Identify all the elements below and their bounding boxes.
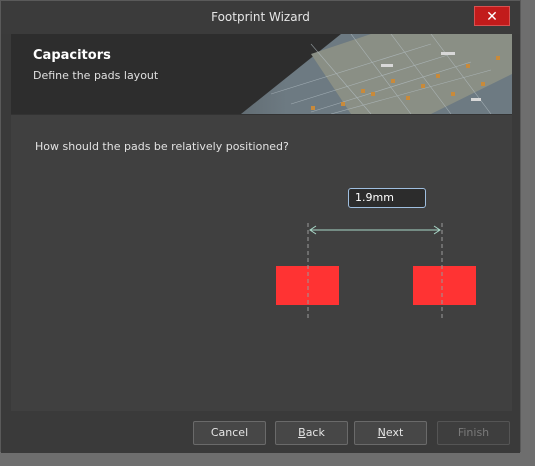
button-bar: Cancel Back Next Finish (1, 411, 520, 453)
wizard-content: How should the pads be relatively positi… (11, 114, 512, 412)
cancel-button[interactable]: Cancel (193, 421, 266, 445)
window-title: Footprint Wizard (211, 10, 310, 24)
next-button[interactable]: Next (354, 421, 427, 445)
dimension-arrow (309, 225, 441, 235)
page-heading: Capacitors (33, 48, 111, 63)
pad-spacing-input[interactable]: 1.9mm (348, 188, 426, 208)
next-accelerator: N (377, 426, 386, 439)
back-label: ack (305, 426, 325, 439)
pad-layout-drawing (276, 223, 476, 320)
title-bar: Footprint Wizard ✕ (1, 1, 520, 34)
footprint-wizard-window: Footprint Wizard ✕ Capacitors Define the… (0, 0, 521, 453)
back-button[interactable]: Back (275, 421, 348, 445)
page-subheading: Define the pads layout (33, 69, 159, 82)
close-button[interactable]: ✕ (474, 6, 510, 26)
next-label: ext (385, 426, 404, 439)
right-pad (413, 266, 476, 305)
wizard-banner: Capacitors Define the pads layout (11, 34, 512, 114)
finish-button[interactable]: Finish (437, 421, 510, 445)
close-icon: ✕ (486, 9, 498, 25)
back-accelerator: B (298, 426, 306, 439)
left-pad (276, 266, 339, 305)
